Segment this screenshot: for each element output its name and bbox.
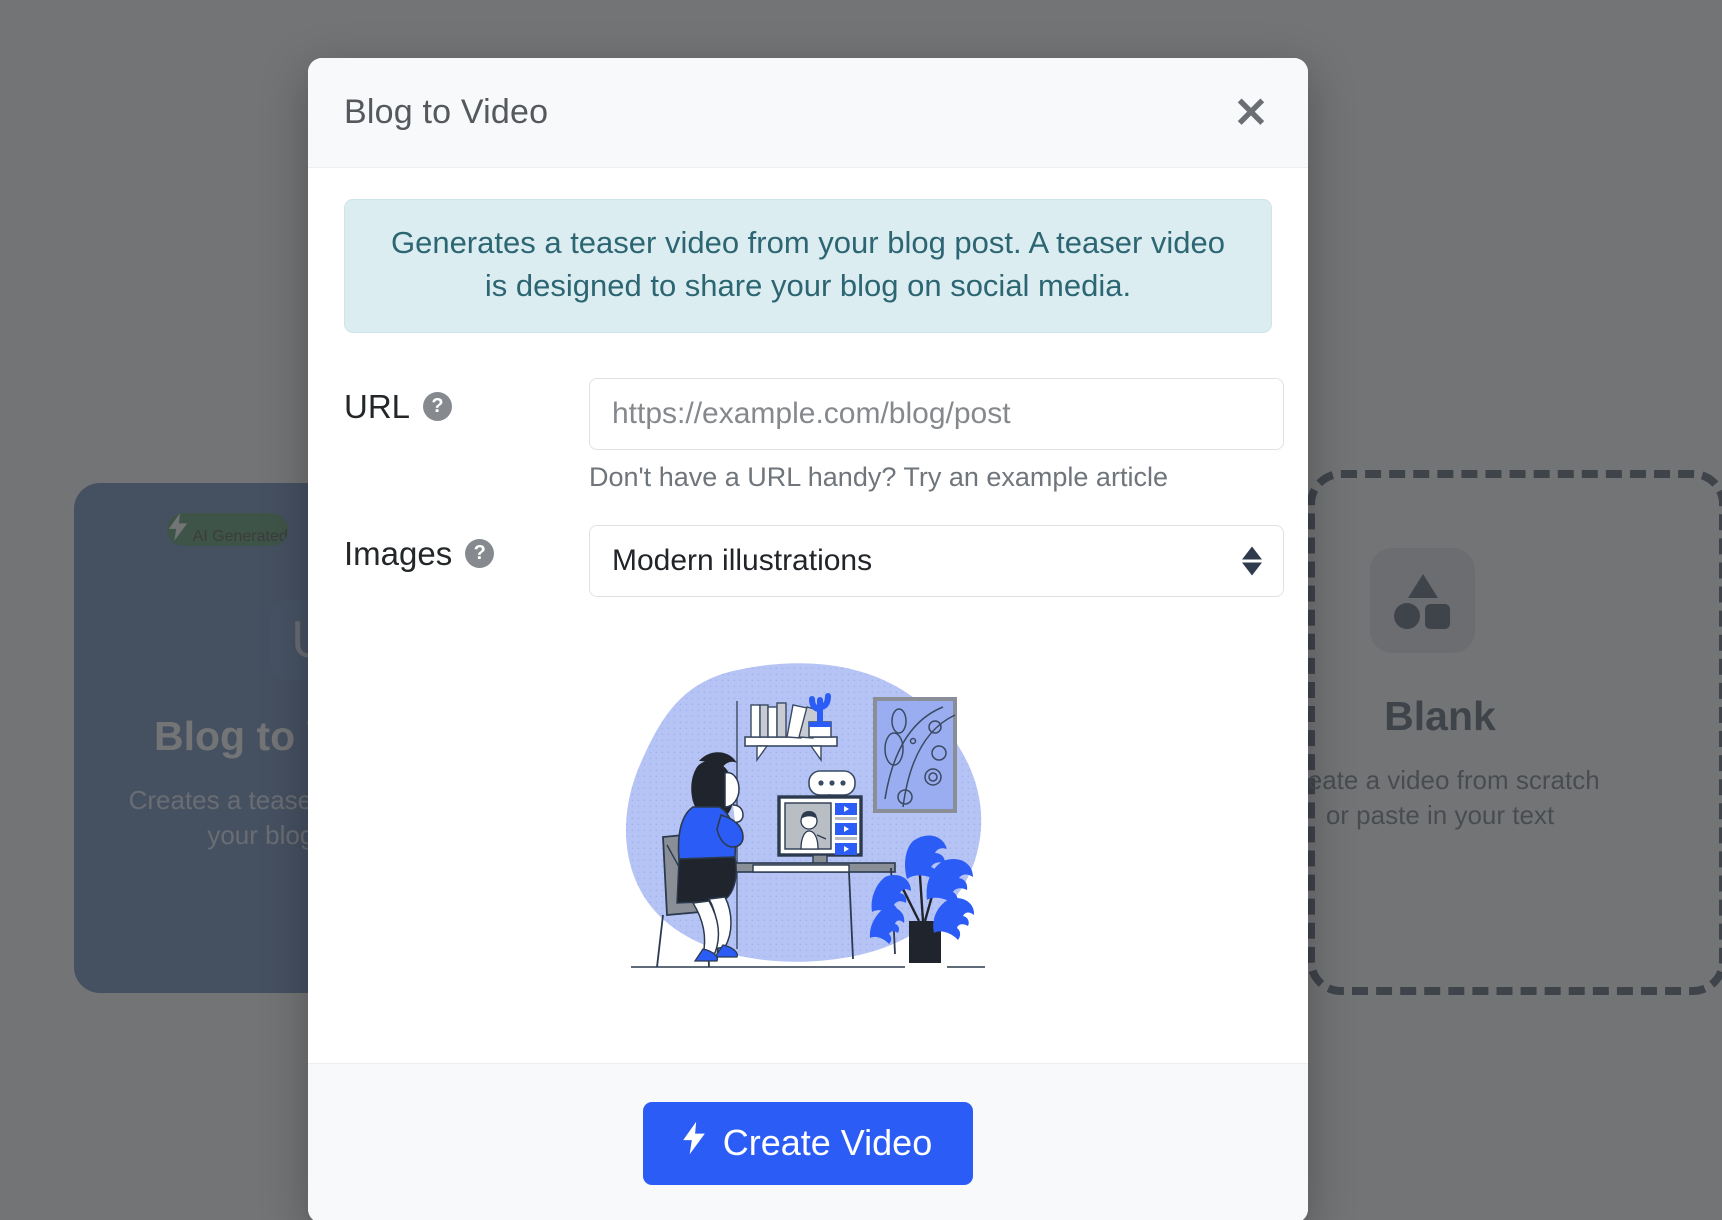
modal-body: Generates a teaser video from your blog … [308,168,1308,1063]
close-icon[interactable]: ✕ [1228,90,1274,136]
url-label-group: URL ? [344,378,589,426]
modal-footer: Create Video [308,1063,1308,1220]
images-field-column: Modern illustrations [589,524,1284,597]
screen: U Blog to Video Creates a teaser video f… [0,0,1722,1220]
images-label-group: Images ? [344,525,589,573]
lightning-bolt-icon [681,1121,707,1164]
form: URL ? Don't have a URL handy? Try an exa… [344,377,1284,597]
woman-watching-video-at-desk-illustration [625,662,985,968]
example-article-link[interactable]: Don't have a URL handy? Try an example a… [589,462,1284,493]
info-banner: Generates a teaser video from your blog … [344,199,1272,333]
url-input[interactable] [589,377,1284,450]
images-label: Images [344,534,453,572]
blog-to-video-modal: Blog to Video ✕ Generates a teaser video… [308,58,1308,1220]
preview-illustration-wrap [344,649,1272,979]
url-field-column: Don't have a URL handy? Try an example a… [589,377,1284,493]
images-select[interactable]: Modern illustrations [589,524,1284,597]
images-select-wrap: Modern illustrations [589,524,1284,597]
question-mark-icon[interactable]: ? [465,539,495,569]
modal-header: Blog to Video ✕ [308,58,1308,168]
form-row-images: Images ? Modern illustrations [344,524,1284,597]
form-row-url: URL ? Don't have a URL handy? Try an exa… [344,377,1284,493]
url-label: URL [344,387,411,425]
question-mark-icon[interactable]: ? [423,392,453,422]
create-video-button[interactable]: Create Video [642,1102,974,1185]
create-video-button-label: Create Video [722,1121,933,1163]
modal-title: Blog to Video [344,93,549,131]
